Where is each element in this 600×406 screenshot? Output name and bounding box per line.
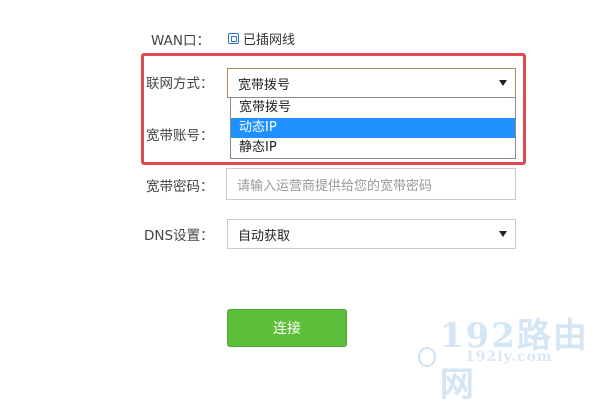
- ethernet-port-icon: [228, 33, 239, 44]
- account-label: 宽带账号：: [146, 128, 214, 144]
- password-placeholder: 请输入运营商提供给您的宽带密码: [237, 178, 433, 194]
- chevron-down-icon[interactable]: [499, 80, 507, 86]
- option-dynamic-ip[interactable]: 动态IP: [231, 118, 515, 138]
- wan-status-text: 已插网线: [243, 33, 296, 48]
- connection-type-value: 宽带拨号: [238, 77, 291, 93]
- connection-type-dropdown[interactable]: 宽带拨号 动态IP 静态IP: [230, 97, 516, 159]
- watermark-sub-text: 192ly.com: [465, 349, 553, 365]
- dns-select[interactable]: 自动获取: [227, 219, 516, 249]
- dns-label: DNS设置：: [144, 228, 214, 244]
- option-static-ip[interactable]: 静态IP: [231, 138, 515, 158]
- chevron-down-icon[interactable]: [499, 231, 507, 237]
- connection-type-label: 联网方式：: [146, 76, 214, 92]
- dns-value: 自动获取: [238, 228, 291, 244]
- wan-status: 已插网线: [228, 29, 295, 48]
- wan-label: WAN口：: [151, 33, 210, 49]
- option-pppoe[interactable]: 宽带拨号: [231, 98, 515, 118]
- watermark-logo-icon: [418, 347, 436, 367]
- password-input[interactable]: 请输入运营商提供给您的宽带密码: [226, 168, 516, 200]
- connection-type-select[interactable]: 宽带拨号: [227, 68, 516, 98]
- password-label: 宽带密码：: [146, 179, 214, 195]
- connect-button[interactable]: 连接: [227, 309, 347, 347]
